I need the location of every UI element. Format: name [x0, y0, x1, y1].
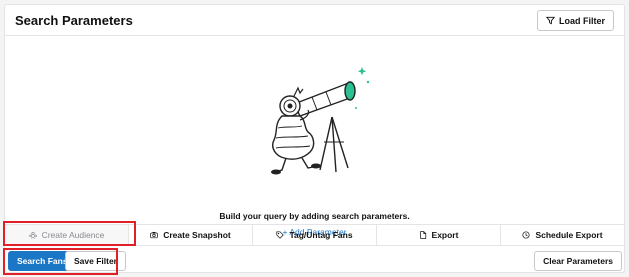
tag-icon — [276, 231, 285, 239]
empty-state: Build your query by adding search parame… — [5, 37, 624, 237]
page-title: Search Parameters — [15, 13, 133, 28]
create-snapshot-button[interactable]: Create Snapshot — [129, 225, 253, 245]
schedule-export-button[interactable]: Schedule Export — [501, 225, 624, 245]
create-audience-button[interactable]: Create Audience — [5, 225, 129, 245]
panel-header: Search Parameters Load Filter — [5, 5, 624, 36]
export-button[interactable]: Export — [377, 225, 501, 245]
search-parameters-panel: Search Parameters Load Filter Build your… — [4, 4, 625, 273]
audience-icon — [28, 231, 37, 239]
clear-parameters-button[interactable]: Clear Parameters — [534, 251, 622, 271]
save-filter-button[interactable]: Save Filter — [65, 251, 126, 271]
action-bar: Create Audience Create Snapshot Tag/Unta… — [5, 224, 624, 246]
load-filter-label: Load Filter — [558, 15, 605, 26]
telescope-illustration — [271, 67, 370, 175]
tag-untag-fans-button[interactable]: Tag/Untag Fans — [253, 225, 377, 245]
file-icon — [419, 231, 426, 239]
load-filter-button[interactable]: Load Filter — [536, 10, 614, 31]
filter-icon — [545, 16, 555, 25]
export-label: Export — [431, 230, 459, 240]
create-snapshot-label: Create Snapshot — [163, 230, 231, 240]
tag-untag-fans-label: Tag/Untag Fans — [289, 230, 353, 240]
empty-state-message: Build your query by adding search parame… — [219, 211, 410, 221]
panel-footer: Search Fans Save Filter Clear Parameters — [5, 247, 624, 272]
clock-icon — [522, 231, 531, 239]
schedule-export-label: Schedule Export — [535, 230, 603, 240]
create-audience-label: Create Audience — [41, 230, 105, 240]
camera-icon — [150, 231, 158, 239]
